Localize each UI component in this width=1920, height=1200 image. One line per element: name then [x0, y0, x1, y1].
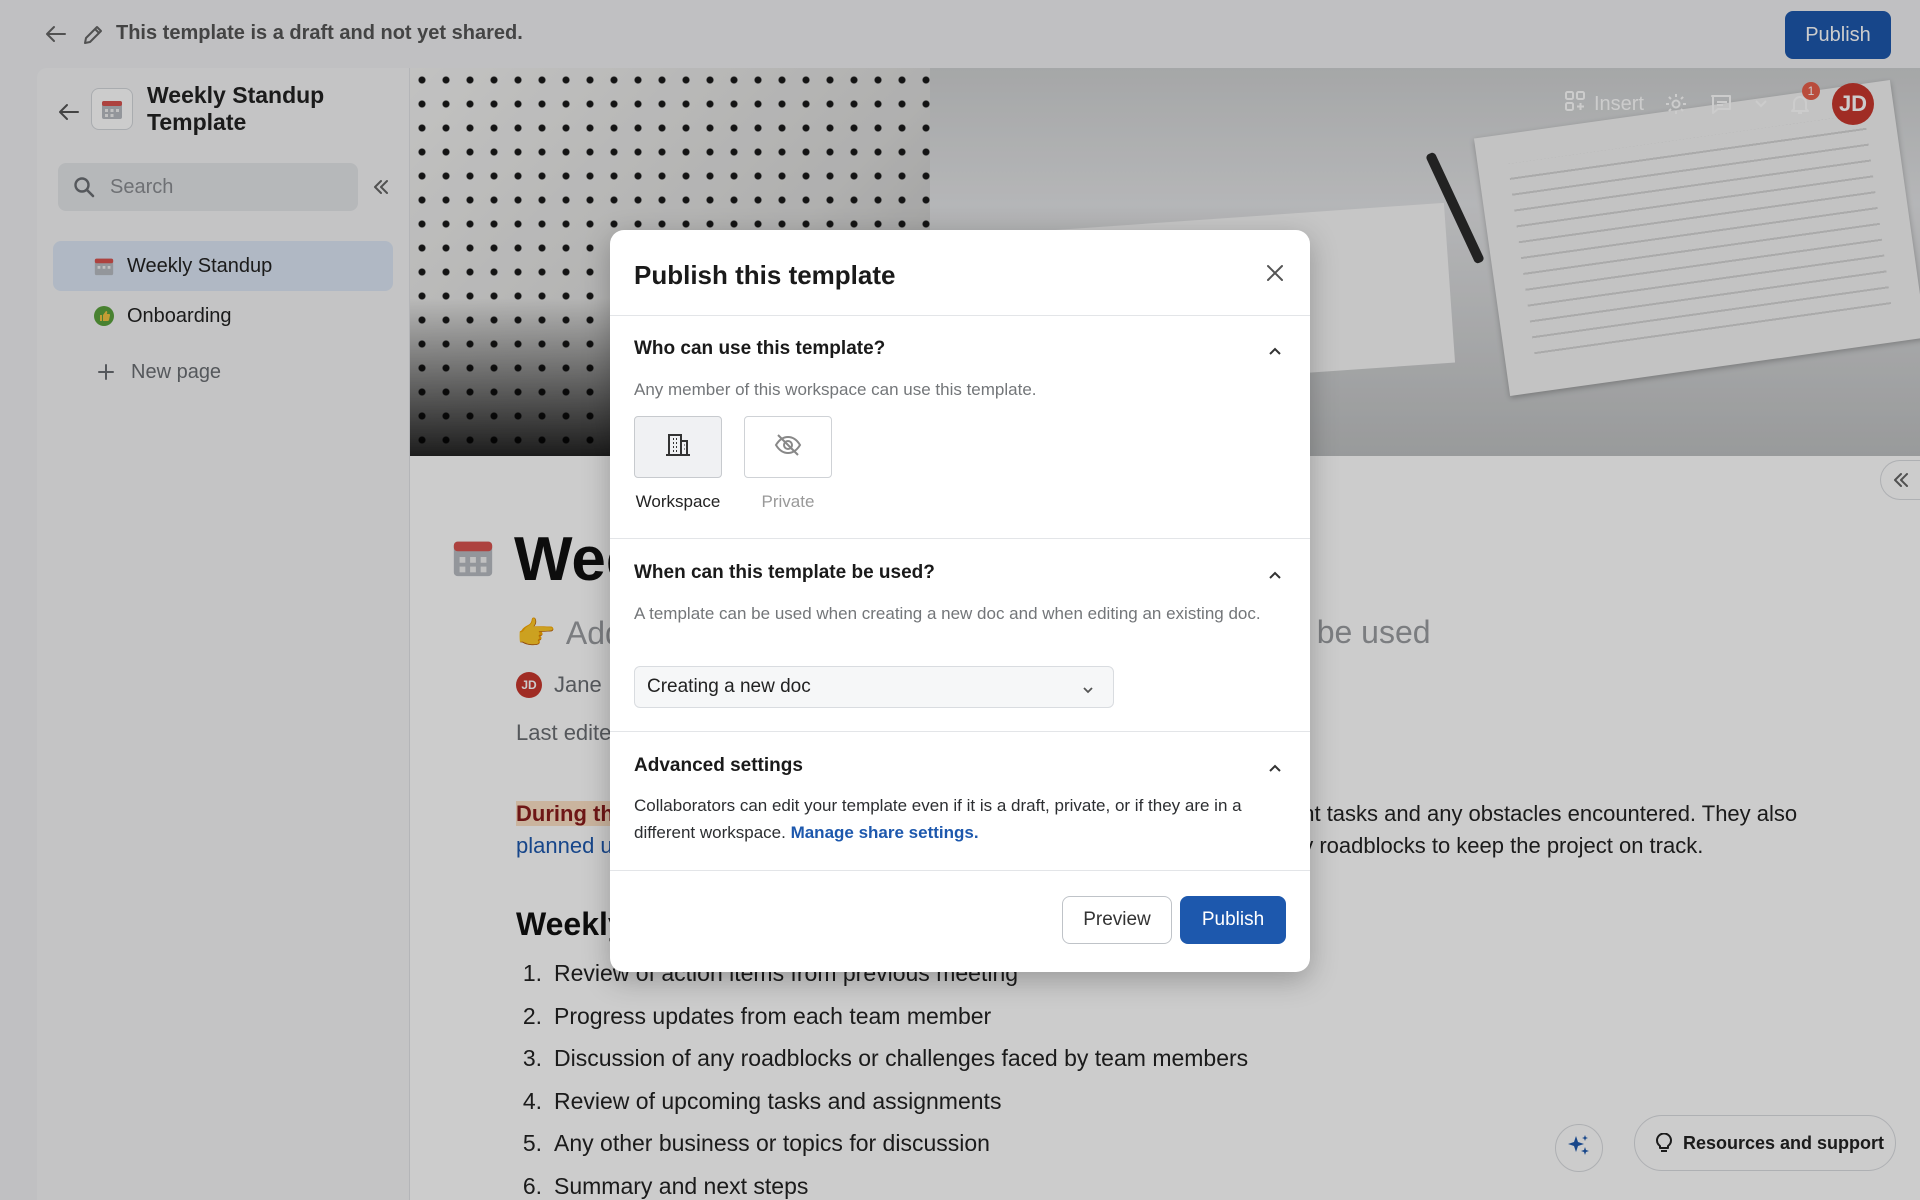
workspace-option[interactable]: [634, 416, 722, 478]
advanced-section-description: Collaborators can edit your template eve…: [634, 792, 1284, 846]
who-section-heading[interactable]: Who can use this template?: [634, 338, 885, 360]
when-section-heading[interactable]: When can this template be used?: [634, 562, 935, 584]
chevron-down-icon: [1081, 681, 1095, 695]
divider: [610, 731, 1310, 732]
workspace-option-label: Workspace: [635, 492, 721, 511]
private-option-label: Private: [761, 492, 815, 511]
usage-select-value: Creating a new doc: [647, 676, 811, 697]
publish-dialog: Publish this template Who can use this t…: [610, 230, 1310, 972]
who-section-description: Any member of this workspace can use thi…: [634, 380, 1037, 399]
divider: [610, 870, 1310, 871]
eye-off-icon: [773, 432, 803, 463]
publish-button[interactable]: Publish: [1180, 896, 1286, 944]
preview-button[interactable]: Preview: [1062, 896, 1172, 944]
divider: [610, 315, 1310, 316]
chevron-up-icon[interactable]: [1266, 759, 1284, 777]
close-icon[interactable]: [1262, 260, 1288, 286]
usage-select[interactable]: Creating a new doc: [634, 666, 1114, 708]
building-icon: [664, 431, 692, 464]
dialog-title: Publish this template: [634, 260, 896, 290]
divider: [610, 538, 1310, 539]
chevron-up-icon[interactable]: [1266, 342, 1284, 360]
advanced-section-heading[interactable]: Advanced settings: [634, 755, 803, 777]
private-option[interactable]: [744, 416, 832, 478]
manage-share-settings-link[interactable]: Manage share settings.: [791, 823, 979, 842]
chevron-up-icon[interactable]: [1266, 566, 1284, 584]
when-section-description: A template can be used when creating a n…: [634, 604, 1261, 623]
